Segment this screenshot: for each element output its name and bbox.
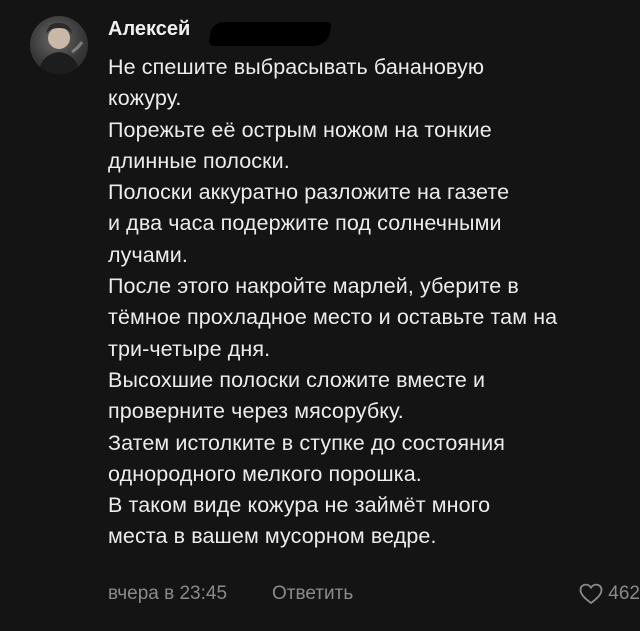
like-button[interactable]: 462: [579, 583, 640, 605]
reply-button[interactable]: Ответить: [272, 583, 353, 605]
comment-text: Не спешите выбрасывать банановую кожуру.…: [108, 55, 558, 549]
comment-footer: вчера в 23:45 Ответить 462: [108, 583, 640, 611]
comment-timestamp: вчера в 23:45: [108, 583, 228, 604]
comment-author[interactable]: Алексей: [108, 18, 190, 41]
heart-outline-icon: [579, 583, 603, 605]
user-photo-icon: [38, 22, 84, 74]
like-count: 462: [608, 583, 640, 604]
redacted-surname: [208, 22, 332, 46]
avatar[interactable]: [30, 16, 88, 74]
